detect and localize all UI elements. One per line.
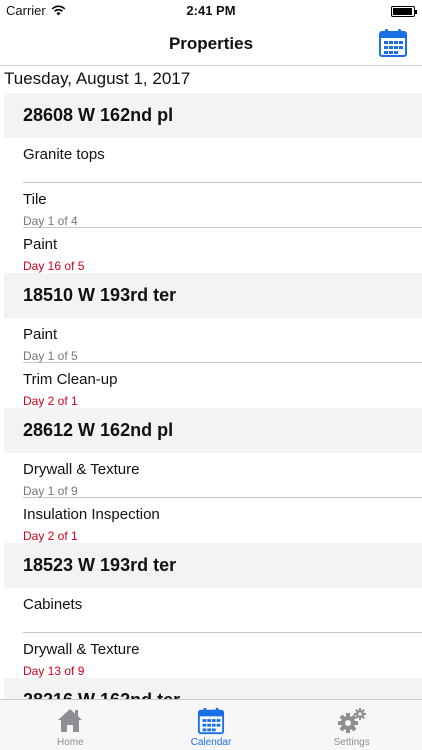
status-time: 2:41 PM	[186, 3, 236, 18]
tab-settings-label: Settings	[333, 737, 370, 748]
task-name: Drywall & Texture	[23, 461, 140, 478]
task-day-progress: Day 2 of 1	[23, 394, 78, 408]
task-day-progress: Day 1 of 9	[23, 484, 78, 498]
task-row[interactable]: Paint Day 1 of 5	[23, 318, 422, 363]
task-row[interactable]: Drywall & Texture Day 13 of 9	[23, 633, 422, 678]
task-row[interactable]: Tile Day 1 of 4	[23, 183, 422, 228]
task-name: Paint	[23, 236, 58, 253]
gears-icon	[337, 708, 366, 733]
property-header[interactable]: 28216 W 162nd ter	[4, 678, 422, 699]
task-day-progress: Day 1 of 5	[23, 349, 78, 363]
calendar-button[interactable]	[378, 28, 408, 58]
task-row[interactable]: Granite tops	[23, 138, 422, 183]
home-icon	[58, 709, 83, 732]
property-header[interactable]: 28612 W 162nd pl	[4, 408, 422, 453]
battery-icon	[391, 6, 417, 17]
task-day-progress: Day 16 of 5	[23, 259, 85, 273]
tab-calendar-label: Calendar	[190, 737, 232, 748]
task-row[interactable]: Paint Day 16 of 5	[23, 228, 422, 273]
tab-bar: Home Calendar Settings	[0, 699, 422, 750]
tab-calendar[interactable]: Calendar	[141, 700, 282, 750]
page-title: Properties	[168, 34, 254, 53]
property-header[interactable]: 18523 W 193rd ter	[4, 543, 422, 588]
task-name: Tile	[23, 191, 47, 208]
task-name: Granite tops	[23, 146, 105, 163]
task-name: Paint	[23, 326, 58, 343]
property-list: 28608 W 162nd pl Granite tops Tile Day 1 of…	[0, 93, 422, 699]
task-row[interactable]: Drywall & Texture Day 1 of 9	[23, 453, 422, 498]
task-name: Trim Clean-up	[23, 371, 118, 388]
tab-home[interactable]: Home	[0, 700, 141, 750]
property-header[interactable]: 28608 W 162nd pl	[4, 93, 422, 138]
task-day-progress: Day 1 of 4	[23, 214, 78, 228]
tab-settings[interactable]: Settings	[281, 700, 422, 750]
calendar-icon	[379, 29, 407, 57]
schedule-list[interactable]: Tuesday, August 1, 2017 28608 W 162nd pl…	[0, 67, 422, 699]
property-header[interactable]: 18510 W 193rd ter	[4, 273, 422, 318]
tab-home-label: Home	[56, 737, 84, 748]
calendar-icon	[197, 707, 225, 735]
task-name: Insulation Inspection	[23, 506, 160, 523]
task-row[interactable]: Insulation Inspection Day 2 of 1	[23, 498, 422, 543]
task-name: Drywall & Texture	[23, 641, 140, 658]
date-header: Tuesday, August 1, 2017	[4, 69, 191, 88]
task-row[interactable]: Cabinets	[23, 588, 422, 633]
task-row[interactable]: Trim Clean-up Day 2 of 1	[23, 363, 422, 408]
task-name: Cabinets	[23, 596, 83, 613]
task-day-progress: Day 2 of 1	[23, 529, 78, 543]
navigation-bar: Properties	[0, 22, 422, 66]
status-bar: Carrier 2:41 PM	[0, 0, 422, 22]
task-day-progress: Day 13 of 9	[23, 664, 85, 678]
